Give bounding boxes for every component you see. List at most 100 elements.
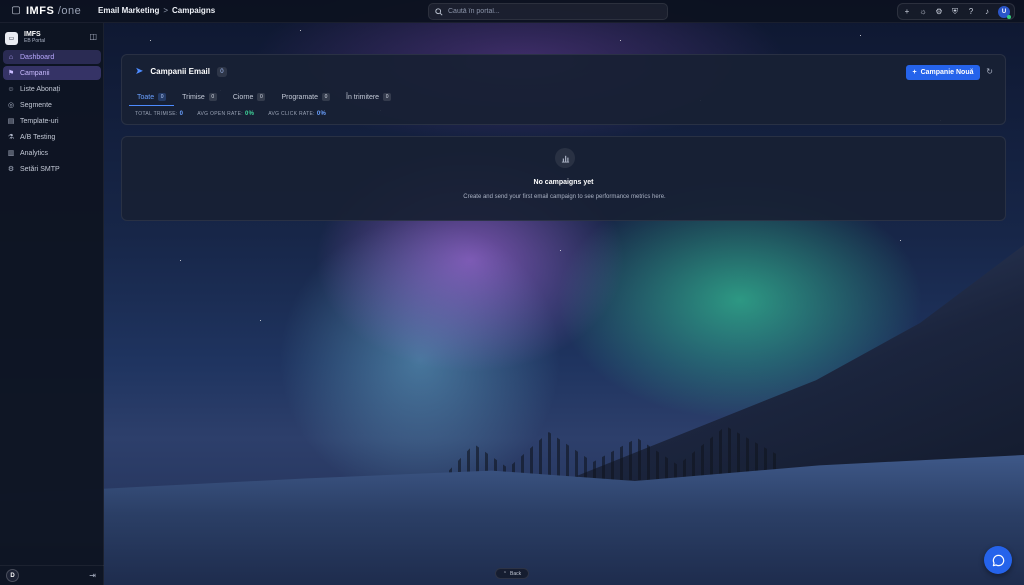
tab-label: Programate — [281, 93, 319, 101]
analytics-icon: ▥ — [7, 150, 15, 157]
sidebar: ▭ IMFS EB Portal ◫ ⌂ Dashboard ⚑ Campani… — [0, 23, 104, 585]
sidebar-item-campanii[interactable]: ⚑ Campanii — [3, 66, 101, 80]
online-status-dot — [1007, 14, 1011, 19]
sidebar-item-analytics[interactable]: ▥ Analytics — [3, 146, 101, 160]
grid-icon[interactable]: ⚙ — [934, 7, 944, 17]
bell-icon[interactable]: ♪ — [982, 7, 992, 17]
collapse-sidebar-icon[interactable]: ◫ — [89, 32, 97, 41]
tab-label: Toate — [137, 93, 155, 101]
tab-trimise[interactable]: Trimise 0 — [174, 90, 225, 104]
search-box[interactable] — [428, 3, 668, 20]
stat-total-sent: TOTAL TRIMISE: 0 — [135, 111, 183, 117]
toolbar: + ☼ ⚙ ⛨ ? ♪ U — [897, 3, 1015, 20]
logout-icon[interactable]: ⇥ — [89, 571, 96, 580]
tab-count: 0 — [322, 93, 331, 101]
sidebar-footer: D ⇥ — [0, 565, 104, 585]
back-label: Back — [510, 570, 522, 577]
app-logo[interactable]: IMFS /one — [26, 5, 81, 17]
sidebar-nav: ⌂ Dashboard ⚑ Campanii ☺ Liste Abonați ◎… — [3, 50, 101, 178]
stat-label: TOTAL TRIMISE: — [135, 111, 178, 117]
brand-logo-icon: ▭ — [5, 31, 18, 45]
sun-icon[interactable]: ☼ — [918, 7, 928, 17]
tab-in-trimitere[interactable]: În trimitere 0 — [338, 90, 399, 104]
campaign-icon: ⚑ — [7, 70, 15, 77]
sidebar-item-segmente[interactable]: ◎ Segmente — [3, 98, 101, 112]
stat-value: 0% — [316, 111, 327, 117]
tab-toate[interactable]: Toate 0 — [129, 90, 175, 106]
template-icon: ▤ — [7, 118, 15, 125]
stat-label: AVG CLICK RATE: — [268, 111, 315, 117]
breadcrumb: Email Marketing > Campaigns — [98, 6, 215, 15]
shield-icon[interactable]: ⛨ — [950, 7, 960, 17]
plus-icon[interactable]: + — [902, 7, 912, 17]
sidebar-item-label: A/B Testing — [20, 133, 56, 141]
sidebar-item-label: Dashboard — [20, 53, 55, 61]
tab-label: Trimise — [182, 93, 205, 101]
help-icon[interactable]: ? — [966, 7, 976, 17]
segments-icon: ◎ — [7, 102, 15, 109]
stat-click-rate: AVG CLICK RATE: 0% — [268, 111, 326, 117]
logo-main: IMFS — [26, 5, 55, 17]
breadcrumb-separator: > — [163, 6, 169, 15]
sidebar-item-ab-testing[interactable]: ⚗ A/B Testing — [3, 130, 101, 144]
new-campaign-label: Campanie Nouă — [920, 69, 974, 76]
page-title: Campanii Email — [150, 67, 210, 76]
chat-bubble-icon — [992, 554, 1004, 566]
brand-name: IMFS — [24, 31, 41, 38]
user-avatar[interactable]: U — [998, 5, 1011, 19]
tab-count: 0 — [208, 93, 217, 101]
sidebar-item-dashboard[interactable]: ⌂ Dashboard — [3, 50, 101, 64]
campaigns-title-row: ➤ Campanii Email 0 — [135, 66, 227, 77]
campaign-stats: TOTAL TRIMISE: 0 AVG OPEN RATE: 0% AVG CLI… — [135, 111, 326, 117]
sidebar-item-template-uri[interactable]: ▤ Template-uri — [3, 114, 101, 128]
sidebar-toggle-icon[interactable]: ▢ — [11, 6, 21, 16]
tab-ciorne[interactable]: Ciorne 0 — [225, 90, 274, 104]
plus-icon: + — [912, 69, 917, 76]
tab-label: În trimitere — [346, 93, 380, 101]
settings-icon: ⚙ — [7, 166, 15, 173]
stat-label: AVG OPEN RATE: — [197, 111, 243, 117]
search-input[interactable] — [448, 8, 648, 15]
tab-label: Ciorne — [232, 93, 254, 101]
sidebar-item-label: Analytics — [20, 149, 49, 157]
ab-test-icon: ⚗ — [7, 134, 15, 141]
sidebar-item-label: Template-uri — [20, 117, 59, 125]
empty-state-panel: No campaigns yet Create and send your fi… — [121, 136, 1006, 221]
logo-suffix: one — [61, 5, 82, 17]
dashboard-icon: ⌂ — [8, 53, 14, 61]
send-icon: ➤ — [135, 66, 144, 77]
back-button[interactable]: ⌃ Back — [495, 568, 529, 579]
sidebar-item-label: Liste Abonați — [20, 85, 61, 93]
tab-programate[interactable]: Programate 0 — [273, 90, 338, 104]
search-icon — [435, 7, 443, 16]
sidebar-item-label: Setări SMTP — [20, 165, 60, 173]
campaign-count-badge: 0 — [216, 66, 227, 77]
brand-subtitle: EB Portal — [24, 38, 46, 44]
tab-count: 0 — [158, 93, 167, 101]
tab-count: 0 — [383, 93, 392, 101]
sidebar-user-avatar[interactable]: D — [6, 569, 19, 582]
campaigns-header-panel: ➤ Campanii Email 0 + Campanie Nouă ↻ Toa… — [121, 54, 1006, 125]
new-campaign-button[interactable]: + Campanie Nouă — [906, 65, 980, 80]
breadcrumb-email-marketing[interactable]: Email Marketing — [98, 6, 159, 15]
chat-button[interactable] — [984, 546, 1012, 574]
stat-value: 0 — [179, 111, 184, 117]
user-initial: U — [1001, 8, 1007, 15]
stat-value: 0% — [244, 111, 255, 117]
campaign-tabs: Toate 0 Trimise 0 Ciorne 0 Programate 0 … — [129, 90, 399, 106]
sidebar-brand[interactable]: ▭ IMFS EB Portal ◫ — [5, 28, 99, 48]
empty-state-description: Create and send your first email campaig… — [463, 194, 666, 200]
refresh-icon[interactable]: ↻ — [986, 67, 993, 76]
breadcrumb-campaigns: Campaigns — [172, 6, 216, 15]
bar-chart-icon — [555, 148, 575, 168]
empty-state-title: No campaigns yet — [533, 179, 594, 186]
sidebar-user-initial: D — [10, 572, 15, 579]
tab-count: 0 — [257, 93, 266, 101]
chevron-up-icon: ⌃ — [502, 570, 508, 577]
top-bar: ▢ IMFS /one Email Marketing > Campaigns … — [0, 0, 1024, 23]
stat-open-rate: AVG OPEN RATE: 0% — [197, 111, 254, 117]
sidebar-item-label: Campanii — [20, 69, 50, 77]
sidebar-item-setari-smtp[interactable]: ⚙ Setări SMTP — [3, 162, 101, 176]
users-icon: ☺ — [7, 85, 15, 93]
sidebar-item-liste-abonati[interactable]: ☺ Liste Abonați — [3, 82, 101, 96]
